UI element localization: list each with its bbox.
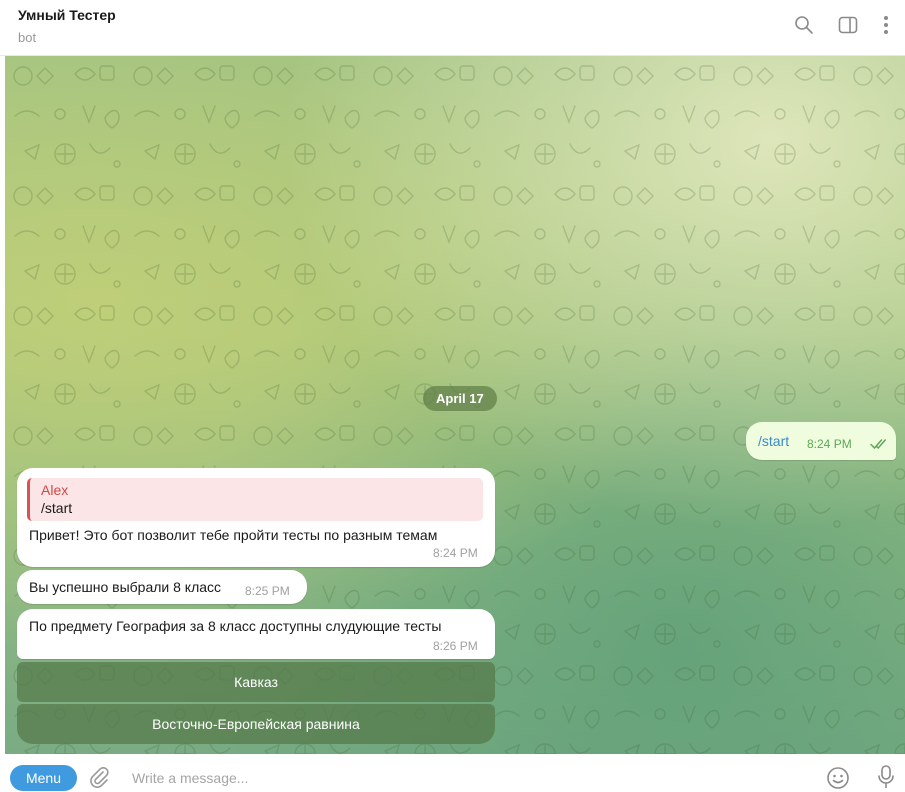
menu-button[interactable]: Menu [10, 765, 77, 791]
chat-title[interactable]: Умный Тестер [18, 7, 116, 23]
message-input[interactable] [132, 766, 792, 790]
message-time: 8:24 PM [433, 546, 478, 560]
sidebar-toggle-icon[interactable] [835, 12, 861, 38]
emoji-icon[interactable] [826, 766, 850, 792]
reply-quote[interactable]: Alex /start [27, 478, 483, 521]
chat-header: Умный Тестер bot [0, 0, 905, 56]
chat-messages-area[interactable]: April 17 /start 8:24 PM Alex /start Прив… [5, 56, 905, 754]
outgoing-message-text: /start [758, 433, 790, 449]
inline-button-east-european-plain[interactable]: Восточно-Европейская равнина [17, 704, 495, 744]
incoming-message[interactable]: По предмету География за 8 класс доступн… [17, 609, 495, 659]
date-divider: April 17 [423, 386, 497, 411]
search-icon[interactable] [791, 12, 817, 38]
incoming-message[interactable]: Alex /start Привет! Это бот позволит теб… [17, 468, 495, 567]
reply-text: /start [41, 500, 73, 516]
outgoing-message-time: 8:24 PM [807, 437, 852, 451]
double-check-icon [870, 437, 888, 455]
message-text: Вы успешно выбрали 8 класс [29, 579, 222, 595]
attach-icon[interactable] [88, 766, 110, 792]
message-time: 8:25 PM [245, 584, 290, 598]
outgoing-message[interactable]: /start 8:24 PM [746, 422, 896, 460]
reply-author: Alex [41, 482, 69, 498]
more-vertical-icon[interactable] [873, 12, 899, 38]
inline-button-kavkaz[interactable]: Кавказ [17, 662, 495, 702]
message-time: 8:26 PM [433, 639, 478, 653]
chat-subtitle: bot [18, 30, 37, 45]
incoming-message[interactable]: Вы успешно выбрали 8 класс 8:25 PM [17, 570, 307, 604]
message-text: Привет! Это бот позволит тебе пройти тес… [29, 527, 438, 543]
message-text: По предмету География за 8 класс доступн… [29, 618, 442, 634]
microphone-icon[interactable] [876, 764, 896, 792]
message-composer: Menu [0, 754, 905, 792]
